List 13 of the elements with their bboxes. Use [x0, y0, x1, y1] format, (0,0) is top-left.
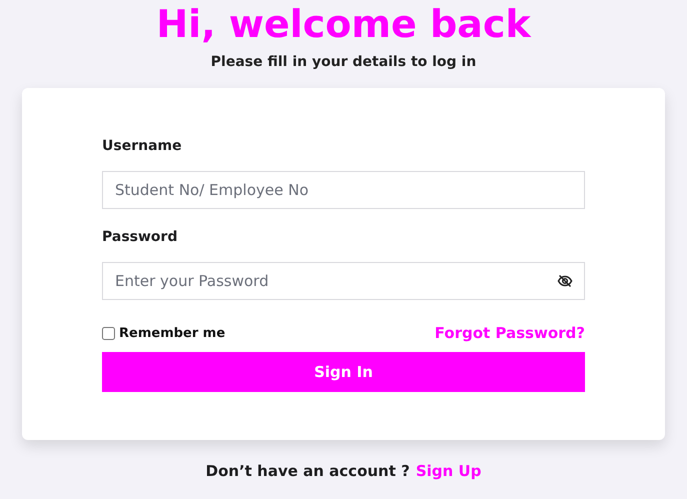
password-field[interactable]: Enter your Password	[102, 262, 585, 300]
welcome-heading: Hi, welcome back	[156, 1, 531, 48]
sign-in-button[interactable]: Sign In	[102, 352, 585, 392]
remember-label: Remember me	[119, 326, 226, 340]
subtitle: Please fill in your details to log in	[210, 54, 476, 70]
forgot-password-link[interactable]: Forgot Password?	[434, 324, 585, 342]
field-label: Password	[102, 229, 178, 245]
footer-text: Don’t have an account ?	[206, 462, 410, 480]
sign-up-link[interactable]: Sign Up	[416, 462, 482, 480]
username-field[interactable]: Student No/ Employee No	[102, 171, 585, 209]
eye-slash-icon[interactable]	[557, 273, 573, 289]
remember-checkbox[interactable]	[102, 326, 115, 340]
field-label: Username	[102, 138, 183, 154]
